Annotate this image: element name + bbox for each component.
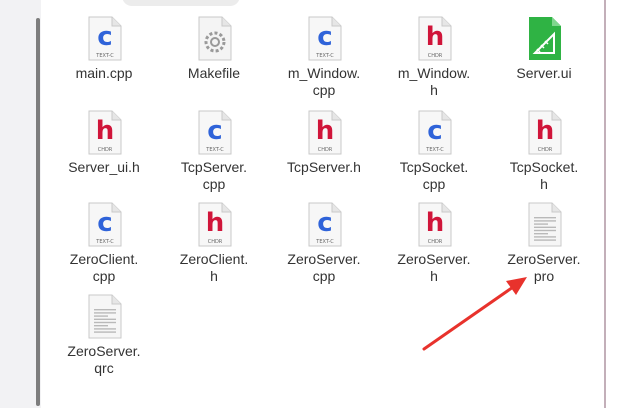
annotation-arrow [422, 277, 527, 351]
